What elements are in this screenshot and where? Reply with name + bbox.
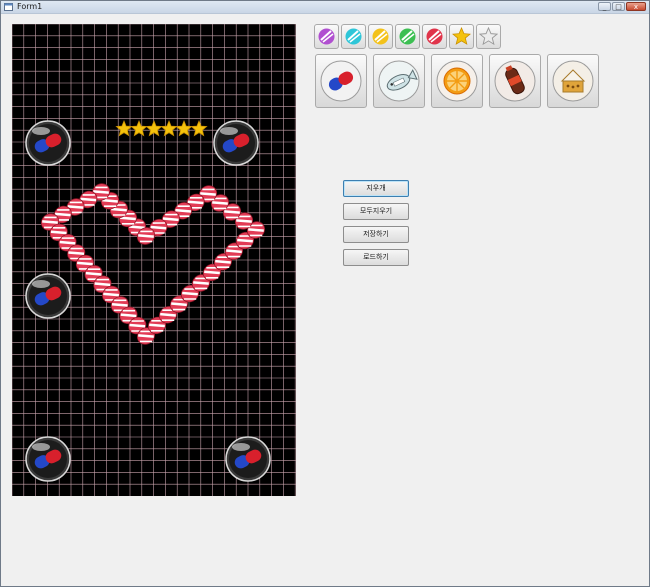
- tile-fish-ball-button[interactable]: [373, 54, 425, 108]
- maximize-button[interactable]: □: [612, 2, 625, 11]
- tile-candy-red-button[interactable]: [422, 24, 447, 49]
- minimize-button[interactable]: _: [598, 2, 611, 11]
- tile-candy-cyan-button[interactable]: [341, 24, 366, 49]
- candy-yellow-icon: [372, 28, 389, 45]
- tile-candy-yellow-button[interactable]: [368, 24, 393, 49]
- tile-star-outline-button[interactable]: [476, 24, 501, 49]
- candy-purple-icon: [318, 28, 335, 45]
- tile-cola-ball-button[interactable]: [489, 54, 541, 108]
- capsule-bubble: [25, 120, 71, 166]
- star-item: [130, 119, 148, 137]
- star-item: [115, 119, 133, 137]
- load-button[interactable]: 로드하기: [343, 249, 409, 266]
- action-buttons: 지우개 모두지우기 저장하기 로드하기: [343, 180, 409, 266]
- star-item: [145, 119, 163, 137]
- clear-all-button[interactable]: 모두지우기: [343, 203, 409, 220]
- erase-button[interactable]: 지우개: [343, 180, 409, 197]
- canvas-drawing[interactable]: [12, 24, 296, 496]
- star-gold-icon: [452, 27, 471, 45]
- capsule-bubble: [25, 273, 71, 319]
- fish-ball-icon: [378, 60, 420, 102]
- orange-ball-icon: [436, 60, 478, 102]
- app-icon: [4, 3, 13, 11]
- window-title: Form1: [17, 2, 43, 11]
- grid-lines: [12, 24, 296, 496]
- form-window: Form1 _ □ x 지우개 모두지우기 저장하기 로드하기: [0, 0, 650, 587]
- candy-red-icon: [426, 28, 443, 45]
- tile-orange-ball-button[interactable]: [431, 54, 483, 108]
- cola-ball-icon: [494, 60, 536, 102]
- tile-cake-ball-button[interactable]: [547, 54, 599, 108]
- window-controls: _ □ x: [598, 2, 646, 12]
- star-item: [175, 119, 193, 137]
- heart-candy-path: [40, 183, 266, 345]
- level-editor-canvas[interactable]: [12, 24, 296, 496]
- save-button[interactable]: 저장하기: [343, 226, 409, 243]
- capsule-ball-icon: [320, 60, 362, 102]
- star-item: [190, 119, 208, 137]
- tile-capsule-ball-button[interactable]: [315, 54, 367, 108]
- big-tile-palette: [315, 54, 599, 108]
- tile-star-gold-button[interactable]: [449, 24, 474, 49]
- candy-green-icon: [399, 28, 416, 45]
- candy-cyan-icon: [345, 28, 362, 45]
- capsule-bubble: [213, 120, 259, 166]
- small-tile-palette: [314, 24, 501, 49]
- capsule-bubble: [25, 436, 71, 482]
- bubble-items: [25, 120, 271, 482]
- tile-candy-purple-button[interactable]: [314, 24, 339, 49]
- cake-ball-icon: [552, 60, 594, 102]
- close-button[interactable]: x: [626, 2, 646, 11]
- star-item: [160, 119, 178, 137]
- tile-candy-green-button[interactable]: [395, 24, 420, 49]
- capsule-bubble: [225, 436, 271, 482]
- star-outline-icon: [479, 27, 498, 46]
- title-bar[interactable]: Form1 _ □ x: [1, 1, 649, 14]
